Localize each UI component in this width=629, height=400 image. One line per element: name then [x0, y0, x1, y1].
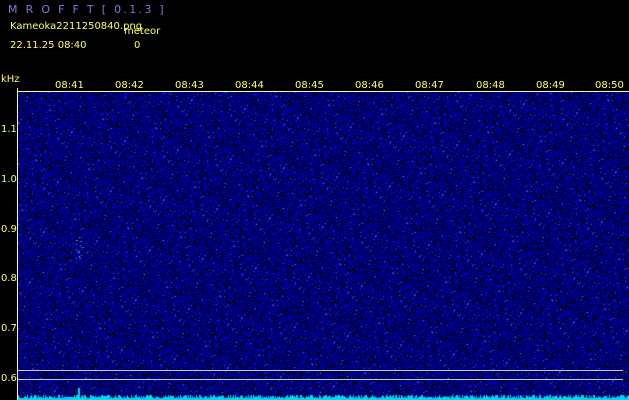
meteor-label: meteor	[124, 26, 161, 37]
time-tick-label: 08:47	[415, 80, 444, 91]
frequency-tick-label: 0.8	[1, 273, 17, 284]
band-marker-line	[18, 379, 623, 380]
frequency-tick-label: 0.7	[1, 323, 17, 334]
frequency-tick-label: 1.1	[1, 124, 17, 135]
datetime-label: 22.11.25 08:40	[10, 40, 87, 51]
band-marker-line	[18, 370, 623, 371]
time-axis-line	[18, 91, 629, 92]
time-tick-label: 08:41	[55, 80, 84, 91]
time-tick-label: 08:44	[235, 80, 264, 91]
time-tick-label: 08:50	[595, 80, 624, 91]
app-title: M R O F F T [ 0.1.3 ]	[8, 3, 167, 16]
spectrogram-canvas	[18, 92, 629, 400]
time-tick-label: 08:46	[355, 80, 384, 91]
frequency-tick-label: 0.9	[1, 224, 17, 235]
time-tick-label: 08:45	[295, 80, 324, 91]
frequency-tick-label: 0.6	[1, 373, 17, 384]
filename-label: Kameoka2211250840.png	[10, 21, 143, 32]
meteor-count: 0	[134, 40, 141, 51]
time-tick-label: 08:49	[536, 80, 565, 91]
time-tick-label: 08:48	[476, 80, 505, 91]
frequency-unit-label: kHz	[1, 74, 20, 85]
time-tick-label: 08:42	[115, 80, 144, 91]
frequency-axis-line	[17, 88, 18, 400]
frequency-tick-label: 1.0	[1, 174, 17, 185]
time-tick-label: 08:43	[175, 80, 204, 91]
